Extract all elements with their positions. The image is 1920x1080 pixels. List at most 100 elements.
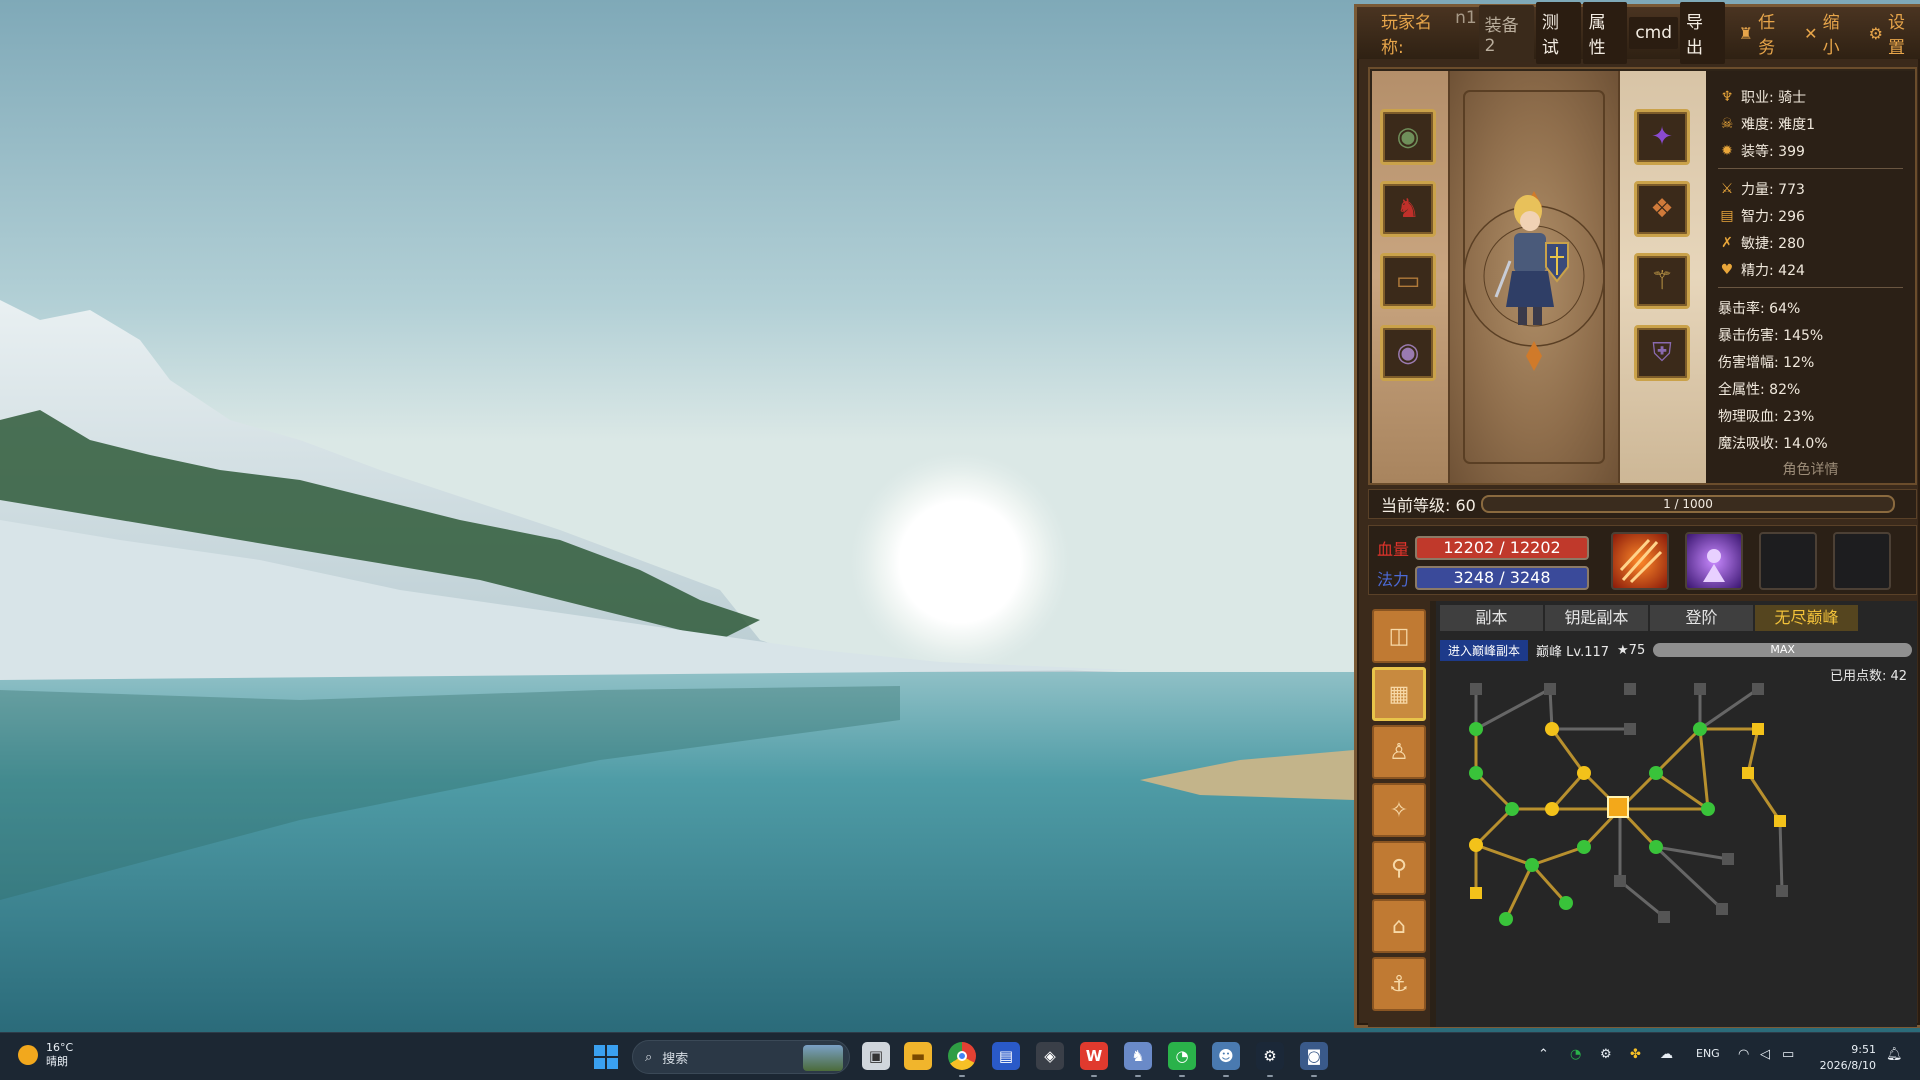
shrink-button[interactable]: ✕ 缩小	[1804, 8, 1854, 58]
clock-time: 9:51	[1851, 1043, 1876, 1056]
wifi-icon[interactable]: ◠	[1738, 1047, 1749, 1062]
tray-expand-icon[interactable]: ⌃	[1538, 1047, 1549, 1062]
notification-icon[interactable]: 🔔︎	[1886, 1047, 1903, 1062]
nav-character[interactable]: ♙	[1372, 725, 1426, 779]
equip-slot-armor[interactable]: ♞	[1380, 181, 1436, 237]
talent-node[interactable]	[1624, 683, 1636, 695]
input-language[interactable]: ENG	[1696, 1047, 1720, 1060]
skill-slot-arcane[interactable]	[1685, 532, 1743, 590]
equip-slot-boots[interactable]: ◉	[1380, 325, 1436, 381]
volume-icon[interactable]: ◁	[1760, 1047, 1770, 1062]
talent-core-node[interactable]	[1607, 796, 1629, 818]
game-window-icon[interactable]: ◙	[1300, 1042, 1328, 1070]
equip-slot-belt[interactable]: ▭	[1380, 253, 1436, 309]
tab-cmd[interactable]: cmd	[1629, 17, 1679, 49]
talent-node[interactable]	[1469, 838, 1483, 852]
quest-button[interactable]: ♜ 任务	[1739, 8, 1790, 58]
talent-node[interactable]	[1545, 802, 1559, 816]
tab-equip2[interactable]: 装备2	[1478, 4, 1534, 62]
file-explorer-icon[interactable]: ▬	[904, 1042, 932, 1070]
skill-slot-fire[interactable]	[1611, 532, 1669, 590]
equip-slot-ring[interactable]: ❖	[1634, 181, 1690, 237]
talent-node[interactable]	[1469, 722, 1483, 736]
talent-node[interactable]	[1742, 767, 1754, 779]
talent-node[interactable]	[1624, 723, 1636, 735]
tray-steam-icon[interactable]: ⚙	[1600, 1047, 1612, 1062]
store-icon[interactable]: ▤	[992, 1042, 1020, 1070]
talent-node[interactable]	[1525, 858, 1539, 872]
talent-node[interactable]	[1722, 853, 1734, 865]
shrink-icon: ✕	[1804, 23, 1818, 43]
armor-icon: ♞	[1396, 194, 1420, 224]
equip-slot-helmet[interactable]: ◉	[1380, 109, 1436, 165]
tab-dungeon[interactable]: 副本	[1440, 605, 1543, 631]
unity-icon[interactable]: ◈	[1036, 1042, 1064, 1070]
nav-upgrade[interactable]: ✧	[1372, 783, 1426, 837]
tray-cloud-icon[interactable]: ☁	[1660, 1047, 1673, 1062]
talent-node[interactable]	[1774, 815, 1786, 827]
talent-node[interactable]	[1752, 683, 1764, 695]
skill-slot-empty-2[interactable]	[1833, 532, 1891, 590]
talent-node[interactable]	[1469, 766, 1483, 780]
talent-node[interactable]	[1577, 766, 1591, 780]
game-app-icon[interactable]: ♞	[1124, 1042, 1152, 1070]
talent-node[interactable]	[1577, 840, 1591, 854]
nav-anchor[interactable]: ⚓	[1372, 957, 1426, 1011]
taskbar-search[interactable]: ⌕ 搜索	[632, 1040, 850, 1074]
task-view-icon[interactable]: ▣	[862, 1042, 890, 1070]
talent-node[interactable]	[1694, 683, 1706, 695]
tray-python-icon[interactable]: ✤	[1630, 1047, 1641, 1062]
equip-slot-shield[interactable]: ⛨	[1634, 325, 1690, 381]
equip-slot-weapon[interactable]: ⚚	[1634, 253, 1690, 309]
nav-bag[interactable]: ◫	[1372, 609, 1426, 663]
tab-export[interactable]: 导出	[1680, 2, 1725, 64]
tray-wechat-icon[interactable]: ◔	[1570, 1047, 1581, 1062]
character-stats: ♆ 职业: 骑士 ☠ 难度: 难度1 ✹ 装等: 399 ⚔ 力量: 773 ▤ 智力: …	[1706, 71, 1915, 483]
wechat-icon[interactable]: ◔	[1168, 1042, 1196, 1070]
talent-node[interactable]	[1693, 722, 1707, 736]
tab-key-dungeon[interactable]: 钥匙副本	[1545, 605, 1648, 631]
talent-node[interactable]	[1716, 903, 1728, 915]
talent-link	[1550, 772, 1586, 810]
stat-physical-leech-text: 物理吸血: 23%	[1718, 408, 1815, 425]
taskbar: 16°C 晴朗 ⌕ 搜索 ▣ ▬ ▤ ◈ W ♞ ◔ ☻ ⚙ ◙ ⌃ ◔ ⚙ ✤…	[0, 1032, 1920, 1080]
talent-node[interactable]	[1658, 911, 1670, 923]
talent-node[interactable]	[1559, 896, 1573, 910]
equip-slot-necklace[interactable]: ✦	[1634, 109, 1690, 165]
character-detail-link[interactable]: 角色详情	[1706, 459, 1915, 479]
talent-node[interactable]	[1544, 683, 1556, 695]
tab-attributes[interactable]: 属性	[1582, 2, 1628, 64]
running-indicator	[1135, 1075, 1141, 1077]
skill-slot-empty-1[interactable]	[1759, 532, 1817, 590]
talent-node[interactable]	[1649, 840, 1663, 854]
running-indicator	[1091, 1075, 1097, 1077]
nav-warehouse[interactable]: ⌂	[1372, 899, 1426, 953]
tab-ascend[interactable]: 登阶	[1650, 605, 1753, 631]
talent-node[interactable]	[1752, 723, 1764, 735]
enter-peak-button[interactable]: 进入巅峰副本	[1440, 639, 1529, 661]
wps-icon[interactable]: W	[1080, 1042, 1108, 1070]
tab-endless-peak[interactable]: 无尽巅峰	[1755, 605, 1858, 631]
talent-node[interactable]	[1649, 766, 1663, 780]
settings-button[interactable]: ⚙ 设置	[1869, 8, 1920, 58]
talent-node[interactable]	[1470, 683, 1482, 695]
nav-shop[interactable]: ⚲	[1372, 841, 1426, 895]
talent-node[interactable]	[1776, 885, 1788, 897]
settings-label: 设置	[1887, 13, 1905, 58]
stat-class: ♆ 职业: 骑士	[1718, 83, 1903, 110]
talent-node[interactable]	[1545, 722, 1559, 736]
talent-node[interactable]	[1499, 912, 1513, 926]
talent-node[interactable]	[1614, 875, 1626, 887]
tab-test[interactable]: 测试	[1535, 2, 1581, 64]
talent-node[interactable]	[1505, 802, 1519, 816]
weather-widget[interactable]: 16°C 晴朗	[18, 1041, 73, 1069]
start-button[interactable]	[594, 1045, 618, 1069]
talent-node[interactable]	[1701, 802, 1715, 816]
chrome-icon[interactable]	[948, 1042, 976, 1070]
clock[interactable]: 9:51 2026/8/10	[1820, 1042, 1876, 1074]
nav-map[interactable]: ▦	[1372, 667, 1426, 721]
godot-icon[interactable]: ☻	[1212, 1042, 1240, 1070]
battery-icon[interactable]: ▭	[1782, 1047, 1794, 1062]
steam-icon[interactable]: ⚙	[1256, 1042, 1284, 1070]
talent-node[interactable]	[1470, 887, 1482, 899]
